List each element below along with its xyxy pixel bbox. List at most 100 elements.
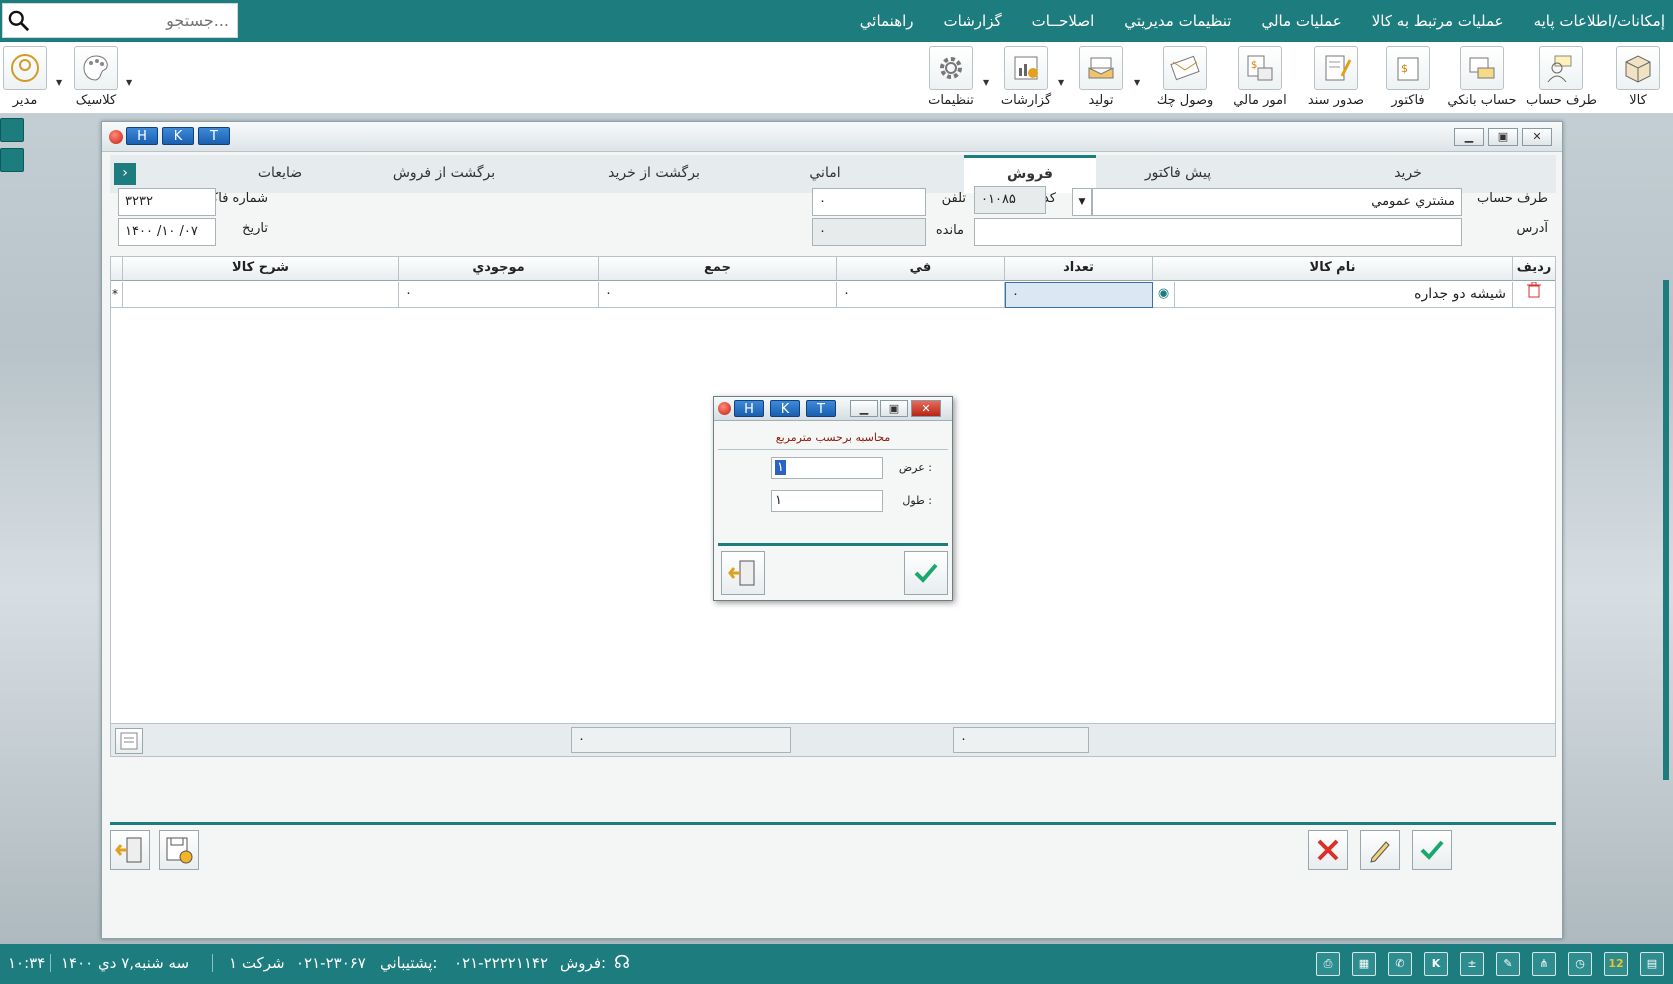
x-icon xyxy=(1317,839,1339,861)
chevron-down-icon[interactable]: ▼ xyxy=(1072,188,1092,216)
exit-button[interactable] xyxy=(110,830,150,870)
eye-icon[interactable]: ◉ xyxy=(1153,282,1175,308)
edit-button[interactable] xyxy=(1360,830,1400,870)
menu-item-corrections[interactable]: اصلاحــات xyxy=(1032,12,1095,30)
close-button[interactable]: ✕ xyxy=(1522,128,1552,146)
dialog-confirm-button[interactable] xyxy=(904,551,948,595)
toolbar-bank-button[interactable]: حساب بانكي xyxy=(1446,46,1518,112)
k-button[interactable]: K xyxy=(770,400,800,417)
minimize-button[interactable]: ▁ xyxy=(1454,128,1484,146)
toolbar-account-button[interactable]: طرف حساب xyxy=(1526,46,1597,112)
cell-product-name[interactable]: شيشه دو جداره xyxy=(1175,282,1513,308)
toolbar-invoice-button[interactable]: $ فاكتور xyxy=(1380,46,1436,112)
address-field[interactable] xyxy=(974,218,1462,246)
header-stock[interactable]: موجودي xyxy=(399,257,599,281)
share-icon[interactable]: ⋔ xyxy=(1532,952,1556,976)
toolbar-settings-button[interactable]: تنظيمات xyxy=(926,46,976,112)
confirm-button[interactable] xyxy=(1412,830,1452,870)
tab-purchase-return[interactable]: برگشت از خريد xyxy=(574,155,734,193)
chevron-down-icon[interactable]: ▼ xyxy=(983,78,989,87)
chevron-down-icon[interactable]: ▼ xyxy=(1058,78,1064,87)
header-row-number[interactable]: رديف xyxy=(1513,257,1555,281)
toolbar-cheque-button[interactable]: وصول چك xyxy=(1152,46,1218,112)
close-button[interactable]: ✕ xyxy=(911,400,941,417)
cell-price[interactable]: ۰ xyxy=(837,282,1005,308)
status-support-label: پشتيباني: xyxy=(380,954,438,972)
menu-item-help[interactable]: راهنمائي xyxy=(860,12,914,30)
invoice-number-field[interactable]: ۳۲۳۲ xyxy=(118,188,216,216)
chevron-right-icon[interactable]: › xyxy=(114,163,136,185)
checkmark-icon xyxy=(1420,840,1444,860)
chart-clock-icon[interactable]: ◷ xyxy=(1568,952,1592,976)
phone-field[interactable]: ۰ xyxy=(812,188,926,216)
menu-item-reports[interactable]: گزارشات xyxy=(944,12,1002,30)
account-field[interactable]: مشتري عمومي xyxy=(1092,188,1462,216)
width-input[interactable]: ۱ xyxy=(771,457,883,479)
k-button[interactable]: K xyxy=(162,127,194,145)
t-button[interactable]: T xyxy=(198,127,230,145)
new-row-marker: * xyxy=(111,282,123,308)
maximize-button[interactable]: ▣ xyxy=(1488,128,1518,146)
document-pen-icon xyxy=(1314,46,1358,90)
calendar-grid-icon[interactable]: ▦ xyxy=(1352,952,1376,976)
info-icon[interactable] xyxy=(0,118,24,142)
date-field[interactable]: ۱۴۰۰ /۱۰ /۰۷ xyxy=(118,218,216,246)
calendar-icon[interactable]: 12 xyxy=(1604,952,1628,976)
header-price[interactable]: في xyxy=(837,257,1005,281)
toolbar-finance-button[interactable]: $ امور مالي xyxy=(1230,46,1290,112)
minimize-button[interactable]: ▁ xyxy=(850,400,878,417)
save-draft-button[interactable] xyxy=(159,830,199,870)
tab-sales-return[interactable]: برگشت از فروش xyxy=(364,155,524,193)
cell-description[interactable] xyxy=(123,282,399,308)
toolbar-production-button[interactable]: توليد xyxy=(1076,46,1126,112)
menu-item-basic-info[interactable]: إمكانات/اطلاعات پايه xyxy=(1534,12,1665,30)
search-box xyxy=(2,3,238,38)
chevron-down-icon[interactable]: ▼ xyxy=(56,78,62,87)
tab-waste[interactable]: ضايعات xyxy=(210,155,350,193)
header-product-name[interactable]: نام كالا xyxy=(1153,257,1513,281)
header-quantity[interactable]: تعداد xyxy=(1005,257,1153,281)
header-total[interactable]: جمع xyxy=(599,257,837,281)
box-icon xyxy=(1616,46,1660,90)
menu-item-goods-ops[interactable]: عمليات مرتبط به كالا xyxy=(1372,12,1504,30)
h-button[interactable]: H xyxy=(734,400,764,417)
contact-icon[interactable] xyxy=(0,148,24,172)
calculator-icon[interactable]: ± xyxy=(1460,952,1484,976)
k-icon[interactable]: K xyxy=(1424,952,1448,976)
status-sales-phone: ۰۲۱-۲۲۲۲۱۱۴۲ xyxy=(454,954,549,972)
toolbar-voucher-button[interactable]: صدور سند xyxy=(1305,46,1367,112)
phone-icon[interactable]: ✆ xyxy=(1388,952,1412,976)
header-description[interactable]: شرح كالا xyxy=(123,257,399,281)
toolbar-goods-button[interactable]: كالا xyxy=(1610,46,1666,112)
cancel-button[interactable] xyxy=(1308,830,1348,870)
menu-item-admin-settings[interactable]: تنظيمات مديريتي xyxy=(1124,12,1231,30)
cell-stock[interactable]: ۰ xyxy=(399,282,599,308)
length-input[interactable]: ۱ xyxy=(771,490,883,512)
side-icon-bar xyxy=(0,118,24,178)
search-input[interactable] xyxy=(39,5,229,36)
schedule-icon[interactable]: ▤ xyxy=(1640,952,1664,976)
sum-quantity-field: ۰ xyxy=(953,727,1089,753)
cell-quantity[interactable]: ۰ xyxy=(1005,282,1153,308)
calculator-icon[interactable] xyxy=(115,728,143,754)
toolbar-bank-label: حساب بانكي xyxy=(1447,93,1517,108)
chevron-down-icon[interactable]: ▼ xyxy=(1134,78,1140,87)
menu-item-financial-ops[interactable]: عمليات مالي xyxy=(1261,12,1341,30)
dialog-exit-button[interactable] xyxy=(721,551,765,595)
search-icon[interactable] xyxy=(8,10,30,32)
chevron-down-icon[interactable]: ▼ xyxy=(126,78,132,87)
h-button[interactable]: H xyxy=(126,127,158,145)
svg-text:$: $ xyxy=(1401,62,1408,75)
scrollbar[interactable] xyxy=(1663,280,1669,780)
printer-icon[interactable]: ⎙ xyxy=(1316,952,1340,976)
cell-total[interactable]: ۰ xyxy=(599,282,837,308)
delete-row-button[interactable] xyxy=(1513,281,1555,308)
toolbar-user-button[interactable]: مدير xyxy=(2,46,48,112)
note-icon[interactable]: ✎ xyxy=(1496,952,1520,976)
toolbar-reports-button[interactable]: گزارشات xyxy=(1000,46,1052,112)
toolbar-theme-button[interactable]: كلاسيک xyxy=(70,46,122,112)
chart-icon xyxy=(1004,46,1048,90)
t-button[interactable]: T xyxy=(806,400,836,417)
maximize-button[interactable]: ▣ xyxy=(880,400,908,417)
dialog-title: محاسبه برحسب مترمربع xyxy=(775,431,891,444)
